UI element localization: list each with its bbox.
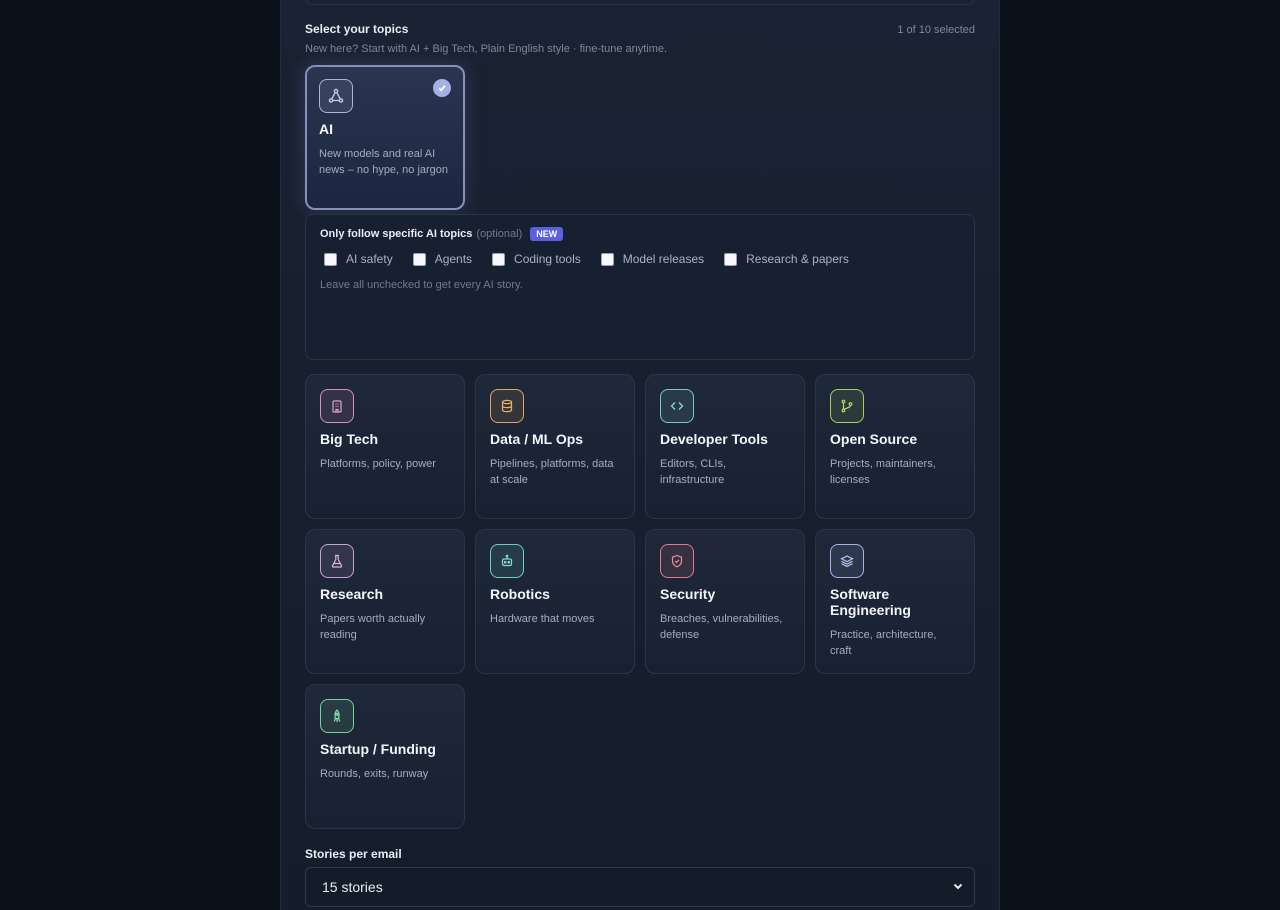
topic-card-description: Rounds, exits, runway (320, 768, 429, 780)
checkbox-coding-tools[interactable]: Coding tools (492, 252, 581, 266)
database-icon (490, 389, 524, 423)
checkbox-agents[interactable]: Agents (412, 252, 473, 266)
topic-card-description: Breaches, vulnerabilities, defense (660, 613, 783, 641)
topic-card-open-source[interactable]: Open Source Projects, maintainers, licen… (815, 374, 975, 519)
topic-card-security[interactable]: Security Breaches, vulnerabilities, defe… (645, 529, 805, 674)
topic-card-startup-funding[interactable]: Startup / Funding Rounds, exits, runway (305, 684, 465, 829)
checkbox-label: Coding tools (514, 252, 581, 266)
optional-label: (optional) (476, 228, 523, 240)
checkbox-label: Research & papers (746, 252, 849, 266)
topic-card-title: Research (320, 586, 384, 602)
topic-card-title: Developer Tools (660, 431, 768, 447)
topics-section-title: Select your topics (305, 22, 409, 36)
checkbox-label: Agents (434, 252, 473, 266)
stories-per-email-select[interactable]: 15 stories (305, 867, 975, 907)
stories-selected-value: 15 stories (322, 879, 383, 895)
topic-card-description: Editors, CLIs, infrastructure (660, 458, 727, 486)
layers-icon (830, 544, 864, 578)
topic-card-title: Robotics (490, 586, 550, 602)
checkbox-model-releases[interactable]: Model releases (600, 252, 705, 266)
topic-card-description: Platforms, policy, power (320, 458, 436, 470)
topic-card-title: Data / ML Ops (490, 431, 584, 447)
network-icon (319, 79, 353, 113)
checkbox-label: AI safety (346, 252, 393, 266)
topic-card-title: Open Source (830, 431, 918, 447)
topics-section-header: Select your topics 1 of 10 selected (305, 22, 975, 36)
topic-card-description: Pipelines, platforms, data at scale (490, 458, 614, 486)
ai-subtopics-hint: Leave all unchecked to get every AI stor… (320, 279, 523, 291)
code-icon (660, 389, 694, 423)
shield-icon (660, 544, 694, 578)
topics-selected-count: 1 of 10 selected (897, 24, 975, 36)
topic-card-description: Hardware that moves (490, 613, 595, 625)
topic-card-title: Startup / Funding (320, 741, 436, 757)
topic-card-title: Software Engineering (830, 586, 911, 618)
checkbox-research-papers[interactable]: Research & papers (724, 252, 849, 266)
checkbox-box[interactable] (600, 252, 614, 266)
topics-section-subtitle: New here? Start with AI + Big Tech, Plai… (305, 43, 668, 55)
ai-subtopics-panel: Only follow specific AI topics (optional… (305, 214, 975, 360)
topic-card-developer-tools[interactable]: Developer Tools Editors, CLIs, infrastru… (645, 374, 805, 519)
topic-card-description: New models and real AI news – no hype, n… (319, 148, 449, 176)
checkbox-box[interactable] (492, 252, 506, 266)
topic-card-title: Big Tech (320, 431, 379, 447)
topic-card-data-ml-ops[interactable]: Data / ML Ops Pipelines, platforms, data… (475, 374, 635, 519)
checkbox-box[interactable] (324, 252, 337, 266)
checkbox-ai-safety[interactable]: AI safety (324, 252, 393, 266)
topic-card-title: AI (319, 121, 333, 137)
topic-card-description: Papers worth actually reading (320, 613, 426, 641)
topic-card-robotics[interactable]: Robotics Hardware that moves (475, 529, 635, 674)
topic-card-title: Security (660, 586, 716, 602)
checkbox-box[interactable] (724, 252, 738, 266)
checkbox-label: Model releases (622, 252, 705, 266)
ai-subtopics-header: Only follow specific AI topics (optional… (320, 227, 960, 241)
topic-card-research[interactable]: Research Papers worth actually reading (305, 529, 465, 674)
ai-subtopics-title: Only follow specific AI topics (320, 228, 473, 240)
topic-card-description: Projects, maintainers, licenses (830, 458, 936, 486)
checkbox-box[interactable] (412, 252, 426, 266)
flask-icon (320, 544, 354, 578)
topic-card-ai[interactable]: AI New models and real AI news – no hype… (305, 65, 465, 210)
robot-icon (490, 544, 524, 578)
previous-field-edge (305, 0, 975, 5)
git-branch-icon (830, 389, 864, 423)
topic-card-description: Practice, architecture, craft (830, 629, 937, 657)
topic-card-software-engineering[interactable]: Software Engineering Practice, architect… (815, 529, 975, 674)
topic-card-big-tech[interactable]: Big Tech Platforms, policy, power (305, 374, 465, 519)
new-badge: NEW (530, 227, 564, 241)
stories-per-email-label: Stories per email (305, 847, 402, 861)
rocket-icon (320, 699, 354, 733)
ai-subtopic-options: AI safety Agents Coding tools Model rele… (320, 252, 960, 266)
chevron-down-icon (952, 879, 964, 895)
building-icon (320, 389, 354, 423)
selected-check-icon (433, 79, 451, 97)
